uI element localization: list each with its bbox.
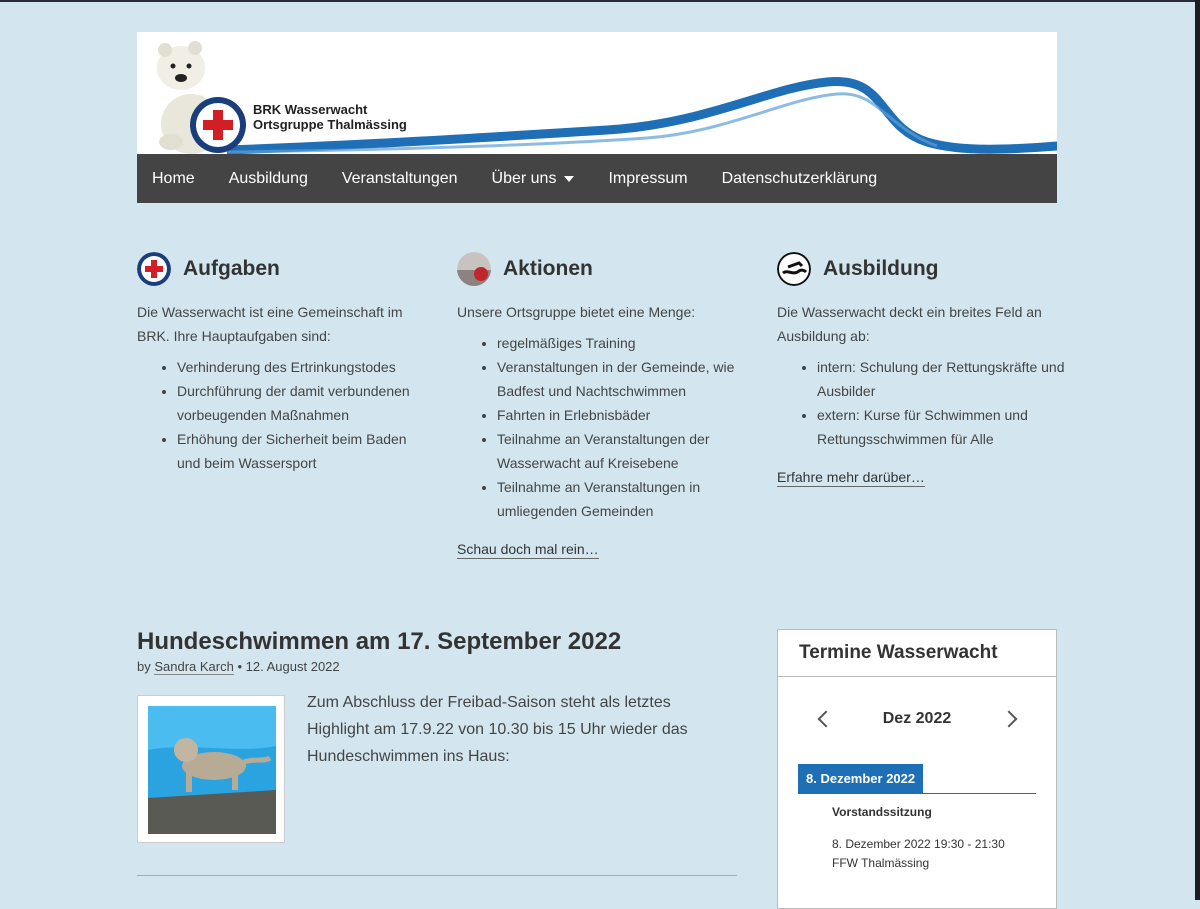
event-title[interactable]: Vorstandssitzung	[832, 805, 932, 819]
post-by: by	[137, 659, 151, 674]
site-banner[interactable]: BRK Wasserwacht Ortsgruppe Thalmässing	[137, 32, 1057, 154]
nav-item-ueber-uns[interactable]: Über uns	[475, 154, 592, 203]
list-item: regelmäßiges Training	[497, 331, 747, 355]
list-item: extern: Kurse für Schwimmen und Rettungs…	[817, 403, 1067, 451]
column-ausbildung: Ausbildung Die Wasserwacht deckt ein bre…	[777, 252, 1067, 489]
column-list: intern: Schulung der Rettungskräfte und …	[777, 355, 1067, 451]
ausbildung-more-link[interactable]: Erfahre mehr darüber…	[777, 469, 925, 487]
calendar-day-rule	[798, 793, 1036, 794]
post-excerpt: Zum Abschluss der Freibad-Saison steht a…	[307, 694, 688, 765]
column-title: Aktionen	[503, 257, 593, 280]
column-intro: Unsere Ortsgruppe bietet eine Menge:	[457, 304, 696, 320]
list-item: intern: Schulung der Rettungskräfte und …	[817, 355, 1067, 403]
wasserwacht-logo	[190, 97, 246, 153]
site-title-line1: BRK Wasserwacht	[253, 102, 368, 117]
main-navigation: Home Ausbildung Veranstaltungen Über uns…	[137, 154, 1057, 203]
post-meta-separator: •	[237, 659, 243, 674]
window-top-border	[0, 0, 1200, 2]
list-item: Teilnahme an Veranstaltungen in umliegen…	[497, 475, 747, 523]
nav-item-ueber-uns-label: Über uns	[491, 170, 557, 187]
list-item: Fahrten in Erlebnisbäder	[497, 403, 747, 427]
rescue-swimmer-icon	[777, 252, 811, 286]
list-item: Veranstaltungen in der Gemeinde, wie Bad…	[497, 355, 747, 403]
nav-item-veranstaltungen[interactable]: Veranstaltungen	[325, 154, 475, 203]
list-item: Teilnahme an Veranstaltungen der Wasserw…	[497, 427, 747, 475]
list-item: Durchführung der damit verbundenen vorbe…	[177, 379, 427, 427]
list-item: Erhöhung der Sicherheit beim Baden und b…	[177, 427, 427, 475]
column-list: regelmäßiges Training Veranstaltungen in…	[457, 331, 747, 523]
post-title[interactable]: Hundeschwimmen am 17. September 2022	[137, 627, 737, 657]
event-time: 8. Dezember 2022 19:30 - 21:30	[832, 837, 1005, 851]
list-item: Verhinderung des Ertrinkungstodes	[177, 355, 427, 379]
column-aktionen: Aktionen Unsere Ortsgruppe bietet eine M…	[457, 252, 747, 561]
nav-item-home[interactable]: Home	[137, 154, 212, 203]
people-photo-icon	[457, 252, 491, 286]
column-intro: Die Wasserwacht deckt ein breites Feld a…	[777, 304, 1042, 344]
column-heading: Ausbildung	[777, 252, 1067, 286]
site-title-line2: Ortsgruppe Thalmässing	[253, 117, 407, 132]
window-right-border	[1195, 0, 1200, 900]
post-thumbnail[interactable]	[137, 695, 285, 843]
calendar-day-badge: 8. Dezember 2022	[798, 764, 924, 793]
column-list: Verhinderung des Ertrinkungstodes Durchf…	[137, 355, 427, 475]
post-meta: by Sandra Karch • 12. August 2022	[137, 659, 737, 675]
nav-item-datenschutz[interactable]: Datenschutzerklärung	[705, 154, 895, 203]
events-widget: Termine Wasserwacht Dez 2022 8. Dezember…	[777, 629, 1057, 909]
wasserwacht-logo-icon	[137, 252, 171, 286]
nav-item-ausbildung[interactable]: Ausbildung	[212, 154, 325, 203]
column-title: Aufgaben	[183, 257, 280, 280]
column-title: Ausbildung	[823, 257, 939, 280]
post-date: 12. August 2022	[245, 659, 340, 674]
event-details: 8. Dezember 2022 19:30 - 21:30 FFW Thalm…	[832, 835, 1005, 873]
chevron-down-icon	[564, 175, 575, 182]
column-heading: Aufgaben	[137, 252, 427, 286]
post-author-link[interactable]: Sandra Karch	[154, 659, 234, 675]
post-divider	[137, 875, 737, 876]
widget-title: Termine Wasserwacht	[778, 630, 1056, 677]
dog-swimming-image	[148, 706, 276, 834]
aktionen-more-link[interactable]: Schau doch mal rein…	[457, 541, 599, 559]
column-heading: Aktionen	[457, 252, 747, 286]
blog-post: Hundeschwimmen am 17. September 2022 by …	[137, 627, 737, 876]
event-place: FFW Thalmässing	[832, 856, 930, 870]
column-aufgaben: Aufgaben Die Wasserwacht ist eine Gemein…	[137, 252, 427, 475]
nav-item-impressum[interactable]: Impressum	[591, 154, 704, 203]
site-title[interactable]: BRK Wasserwacht Ortsgruppe Thalmässing	[253, 102, 407, 132]
column-intro: Die Wasserwacht ist eine Gemeinschaft im…	[137, 304, 403, 344]
site-header-wrapper: BRK Wasserwacht Ortsgruppe Thalmässing H…	[137, 32, 1057, 203]
